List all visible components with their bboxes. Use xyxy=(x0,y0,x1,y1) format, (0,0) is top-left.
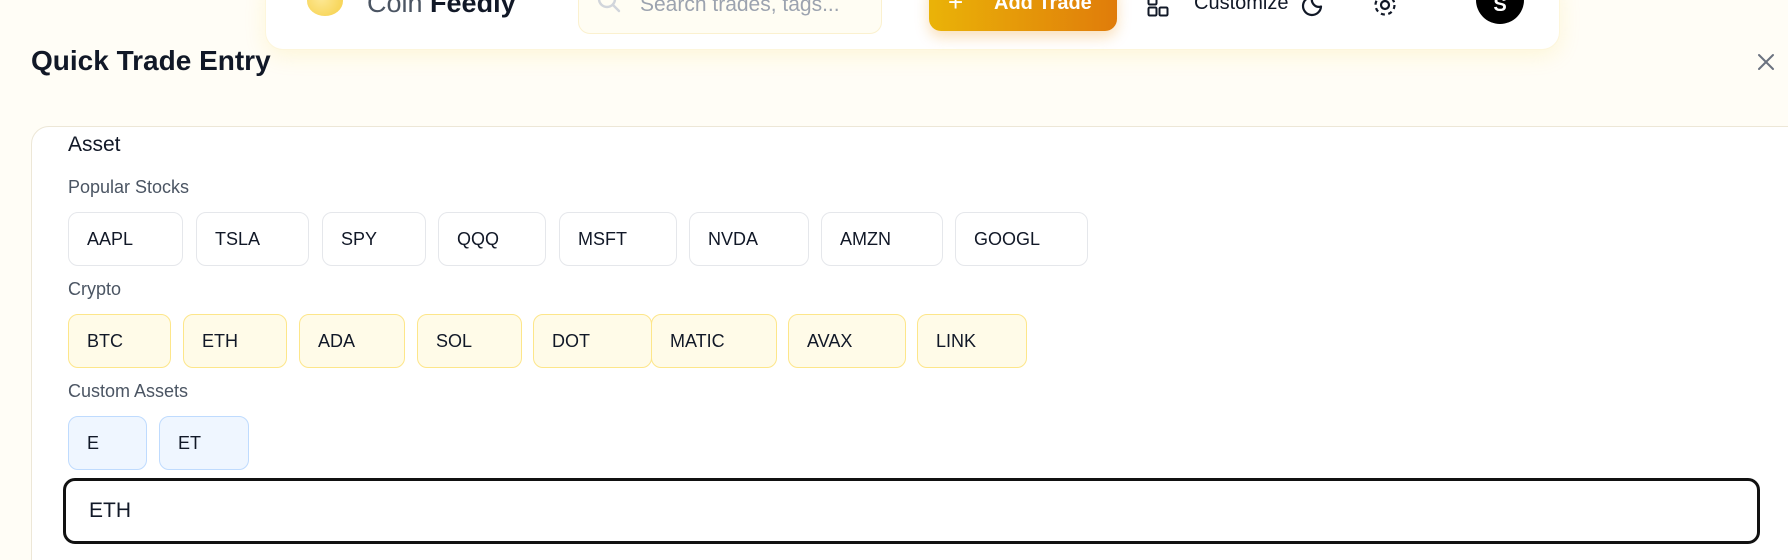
asset-input[interactable] xyxy=(63,478,1760,544)
add-trade-button[interactable]: + Add Trade xyxy=(929,0,1117,31)
asset-chip-popular[interactable]: NVDA xyxy=(689,212,809,266)
asset-chip-crypto[interactable]: LINK xyxy=(917,314,1027,368)
asset-chip-popular[interactable]: TSLA xyxy=(196,212,309,266)
asset-chip-popular[interactable]: SPY xyxy=(322,212,426,266)
asset-chip-crypto[interactable]: AVAX xyxy=(788,314,906,368)
asset-chip-popular[interactable]: QQQ xyxy=(438,212,546,266)
close-icon[interactable] xyxy=(1754,50,1778,74)
dialog-title: Quick Trade Entry xyxy=(31,45,271,76)
customize-label: Customize xyxy=(1194,0,1289,14)
plus-icon: + xyxy=(948,0,964,17)
add-trade-label: Add Trade xyxy=(994,0,1092,14)
search-icon xyxy=(597,0,621,13)
brand-part-1: Coin xyxy=(367,0,423,18)
asset-chip-custom[interactable]: E xyxy=(68,416,147,470)
asset-chip-crypto[interactable]: ADA xyxy=(299,314,405,368)
popular-stocks-label: Popular Stocks xyxy=(68,177,190,197)
layout-grid-icon xyxy=(1147,0,1169,17)
search-input[interactable] xyxy=(640,0,870,20)
asset-chip-crypto[interactable]: ETH xyxy=(183,314,287,368)
asset-chip-popular[interactable]: MSFT xyxy=(559,212,677,266)
asset-chip-custom[interactable]: ET xyxy=(159,416,249,470)
custom-assets-label: Custom Assets xyxy=(68,381,189,401)
brand-part-2: Feedly xyxy=(430,0,516,18)
asset-label: Asset xyxy=(68,133,121,156)
crypto-label: Crypto xyxy=(68,279,122,299)
gear-icon[interactable] xyxy=(1370,0,1400,20)
asset-chip-popular[interactable]: AAPL xyxy=(68,212,183,266)
moon-icon[interactable] xyxy=(1299,0,1329,20)
asset-chip-popular[interactable]: AMZN xyxy=(821,212,943,266)
asset-chip-crypto[interactable]: DOT xyxy=(533,314,652,368)
brand-name[interactable]: Coin Feedly xyxy=(367,0,516,18)
asset-chip-crypto[interactable]: MATIC xyxy=(651,314,777,368)
asset-chip-crypto[interactable]: SOL xyxy=(417,314,522,368)
asset-chip-popular[interactable]: GOOGL xyxy=(955,212,1088,266)
asset-chip-crypto[interactable]: BTC xyxy=(68,314,171,368)
